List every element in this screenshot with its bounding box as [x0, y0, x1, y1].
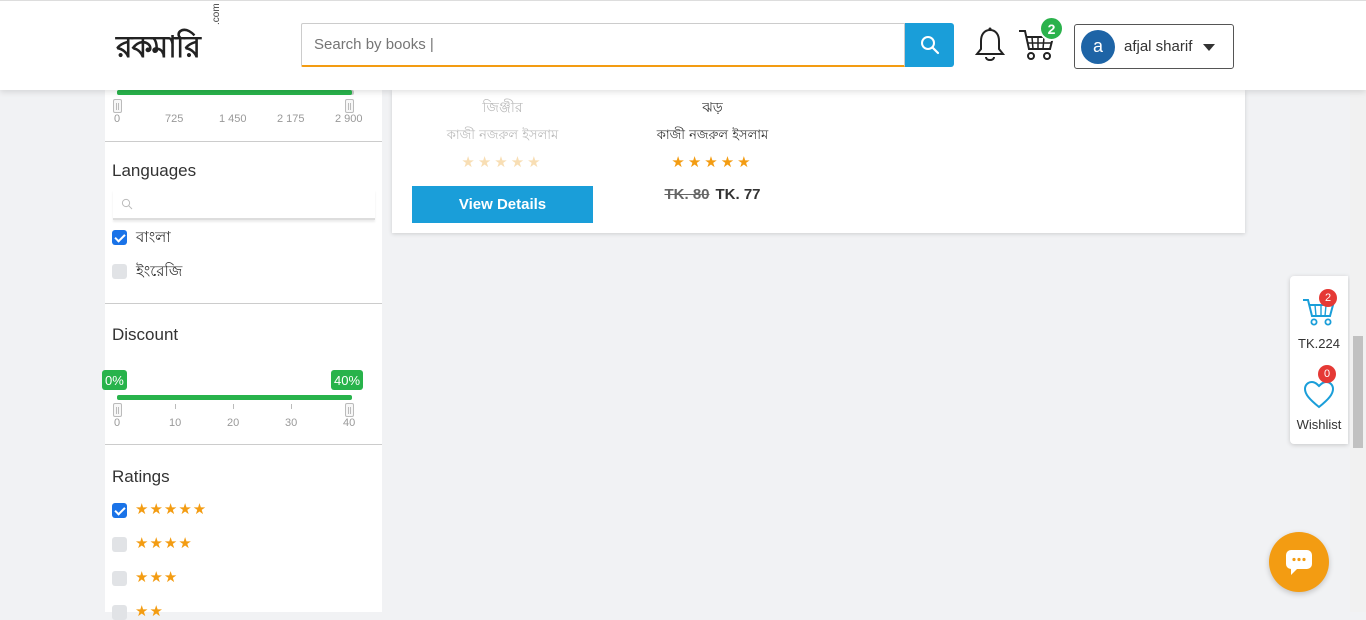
discount-title: Discount — [112, 325, 179, 344]
price-max-handle[interactable] — [345, 99, 354, 113]
search-icon — [121, 198, 133, 210]
site-logo[interactable]: রকমারি .com — [116, 3, 226, 67]
rating-checkbox-3[interactable] — [112, 571, 127, 586]
filter-sidebar: 0 725 1 450 2 175 2 900 Languages বাংলা … — [102, 90, 382, 620]
price-min-handle[interactable] — [113, 99, 122, 113]
discount-tick: 30 — [285, 417, 298, 429]
product-title: ঝড় — [702, 100, 723, 116]
wishlist-label: Wishlist — [1296, 417, 1342, 432]
chat-button[interactable] — [1269, 532, 1329, 592]
discount-min-handle[interactable] — [113, 403, 122, 417]
discount-tick: 10 — [169, 417, 182, 429]
floating-wishlist-button[interactable]: 0 Wishlist — [1290, 365, 1348, 444]
rating-checkbox-2[interactable] — [112, 605, 127, 620]
ratings-filter: Ratings ★★★★★ ★★★★ ★★★ ★★ — [105, 445, 382, 620]
user-menu-dropdown[interactable]: a afjal sharif — [1074, 24, 1234, 69]
page-scrollbar[interactable] — [1350, 90, 1366, 612]
product-rating: ★★★★★ — [671, 154, 754, 171]
rating-stars: ★★ — [135, 603, 164, 620]
discount-max-label: 40% — [331, 370, 364, 390]
product-author: কাজী নজরুল ইসলাম — [446, 128, 559, 143]
user-name: afjal sharif — [1124, 38, 1193, 55]
discount-tick: 40 — [343, 417, 356, 429]
discount-max-handle[interactable] — [345, 403, 354, 417]
chat-icon — [1286, 550, 1312, 575]
language-label: ইংরেজি — [136, 262, 183, 280]
language-search-input[interactable] — [113, 190, 375, 220]
search-bar — [301, 23, 954, 67]
rating-stars: ★★★★ — [135, 535, 193, 552]
price-tick: 2 900 — [335, 113, 363, 125]
floating-cart-wishlist: 2 TK.224 0 Wishlist — [1290, 276, 1348, 444]
discount-tick: 0 — [114, 417, 121, 429]
cart-count-badge: 2 — [1039, 16, 1064, 41]
discounted-price: TK. 77 — [715, 186, 761, 203]
discount-min-label: 0% — [102, 370, 127, 390]
rating-checkbox-4[interactable] — [112, 537, 127, 552]
floating-cart-button[interactable]: 2 TK.224 — [1290, 276, 1348, 360]
search-input[interactable] — [301, 23, 905, 67]
logo-text: রকমারি — [116, 30, 201, 65]
price-tick: 2 175 — [277, 113, 305, 125]
notification-bell-icon[interactable] — [974, 27, 1006, 65]
avatar: a — [1081, 29, 1115, 64]
view-details-button[interactable]: View Details — [412, 186, 593, 223]
wishlist-count-badge: 0 — [1318, 365, 1336, 383]
logo-suffix: .com — [211, 3, 222, 25]
floating-cart-badge: 2 — [1319, 289, 1337, 307]
discount-filter: Discount 0% 40% 0 10 20 30 40 — [102, 304, 382, 445]
heart-icon — [1303, 380, 1335, 409]
rating-checkbox-5[interactable] — [112, 503, 127, 518]
scrollbar-thumb[interactable] — [1353, 336, 1363, 448]
rating-stars: ★★★★★ — [135, 501, 208, 518]
floating-cart-total: TK.224 — [1298, 336, 1340, 351]
slider-pip — [291, 404, 292, 409]
slider-pip — [233, 404, 234, 409]
original-price: TK. 80 — [664, 186, 710, 203]
price-filter: 0 725 1 450 2 175 2 900 — [105, 90, 382, 142]
language-checkbox-english[interactable] — [112, 264, 127, 279]
product-grid: জিঞ্জীর কাজী নজরুল ইসলাম ★★★★★ View Deta… — [392, 90, 1245, 233]
language-label: বাংলা — [136, 228, 171, 246]
search-button[interactable] — [905, 23, 954, 67]
price-slider-range — [117, 90, 352, 95]
language-checkbox-bangla[interactable] — [112, 230, 127, 245]
search-icon — [920, 36, 939, 55]
product-rating: ★★★★★ — [461, 154, 544, 171]
discount-slider-range — [117, 395, 352, 400]
product-author: কাজী নজরুল ইসলাম — [656, 128, 769, 143]
discount-tick: 20 — [227, 417, 240, 429]
rating-stars: ★★★ — [135, 569, 179, 586]
slider-pip — [175, 404, 176, 409]
price-tick: 0 — [114, 113, 121, 125]
ratings-title: Ratings — [112, 467, 170, 486]
languages-title: Languages — [112, 161, 197, 180]
price-tick: 1 450 — [219, 113, 247, 125]
price-tick: 725 — [165, 113, 184, 125]
product-price: TK. 80 TK. 77 — [622, 186, 803, 203]
chevron-down-icon — [1203, 44, 1215, 51]
languages-filter: Languages বাংলা ইংরেজি — [105, 142, 382, 304]
top-header: রকমারি .com 2 a afjal — [0, 0, 1366, 90]
product-title: জিঞ্জীর — [482, 100, 523, 116]
